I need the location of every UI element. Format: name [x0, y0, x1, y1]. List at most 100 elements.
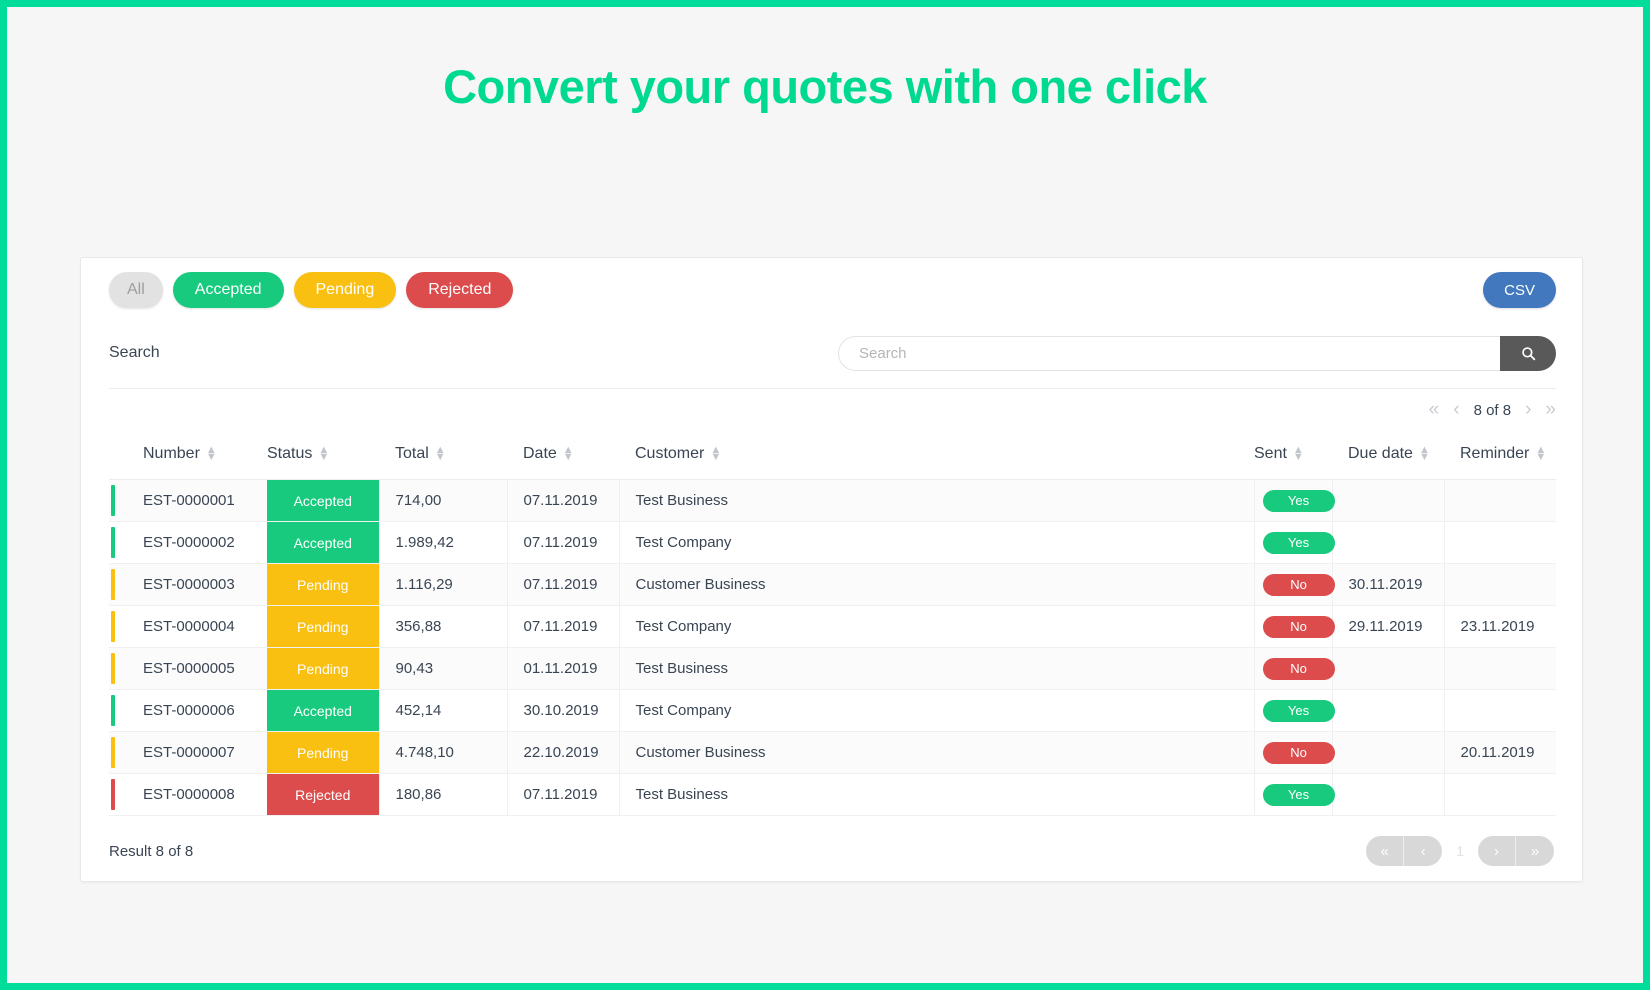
cell-customer: Test Company [619, 605, 1255, 648]
status-badge: Accepted [267, 480, 379, 521]
table-row[interactable]: EST-0000007 Pending 4.748,10 22.10.2019 Cust… [109, 731, 1556, 774]
cell-reminder [1444, 521, 1556, 564]
filter-pending-button[interactable]: Pending [293, 272, 397, 308]
export-csv-button[interactable]: CSV [1483, 272, 1556, 308]
cell-date: 07.11.2019 [507, 563, 620, 606]
status-badge: Pending [267, 606, 379, 647]
row-status-accent [109, 521, 125, 564]
cell-date: 01.11.2019 [507, 647, 620, 690]
cell-number: EST-0000006 [125, 689, 267, 732]
col-customer[interactable]: Customer ▲ ▼ [619, 429, 1254, 480]
filter-accepted-button[interactable]: Accepted [172, 272, 284, 308]
table-head: Number ▲ ▼ Status ▲ ▼ Total ▲ ▼ Date ▲ ▼ Custome [109, 429, 1556, 480]
cell-number: EST-0000002 [125, 521, 267, 564]
cell-due-date [1332, 689, 1445, 732]
search-input[interactable] [838, 335, 1500, 371]
cell-total: 1.116,29 [379, 563, 508, 606]
cell-sent: Yes [1254, 521, 1335, 564]
pager-first-button[interactable]: « [1366, 836, 1405, 866]
cell-reminder [1444, 563, 1556, 606]
col-total[interactable]: Total ▲ ▼ [379, 429, 507, 480]
col-customer-label: Customer [635, 445, 705, 462]
page-title: Convert your quotes with one click [443, 60, 1207, 113]
search-label: Search [109, 344, 160, 361]
sort-icon: ▲ ▼ [318, 444, 330, 463]
filter-rejected-button[interactable]: Rejected [406, 272, 514, 308]
sent-badge: Yes [1262, 783, 1335, 806]
col-sent-label: Sent [1254, 445, 1287, 462]
pager-prev-button[interactable]: ‹ [1404, 836, 1443, 866]
cell-sent: Yes [1254, 773, 1335, 816]
cell-customer: Customer Business [619, 563, 1255, 606]
cell-due-date: 29.11.2019 [1332, 605, 1445, 648]
pager-last-icon[interactable]: » [1545, 399, 1556, 421]
table-row[interactable]: EST-0000005 Pending 90,43 01.11.2019 Test Bu… [109, 647, 1556, 690]
cell-sent: No [1254, 605, 1335, 648]
sent-badge: Yes [1262, 531, 1335, 554]
cell-date: 07.11.2019 [507, 521, 620, 564]
pager-next-icon[interactable]: › [1525, 399, 1531, 421]
pager-prev-icon[interactable]: ‹ [1453, 399, 1459, 421]
status-badge: Pending [267, 564, 379, 605]
quotes-table: Number ▲ ▼ Status ▲ ▼ Total ▲ ▼ Date ▲ ▼ Custome [109, 429, 1556, 816]
pager-next-button[interactable]: › [1478, 836, 1516, 866]
cell-total: 180,86 [379, 773, 508, 816]
table-row[interactable]: EST-0000004 Pending 356,88 07.11.2019 Test C… [109, 605, 1556, 648]
cell-number: EST-0000004 [125, 605, 267, 648]
cell-customer: Customer Business [619, 731, 1255, 774]
page-frame: Convert your quotes with one click All A… [0, 0, 1650, 990]
table-row[interactable]: EST-0000008 Rejected 180,86 07.11.2019 Test … [109, 773, 1556, 816]
cell-date: 07.11.2019 [507, 479, 620, 522]
search-field-group [838, 335, 1556, 371]
search-icon [1521, 346, 1535, 360]
pager-prev-group: « ‹ [1366, 836, 1443, 866]
pager-page-number[interactable]: 1 [1442, 843, 1478, 859]
sort-icon: ▲ ▼ [1418, 444, 1430, 463]
pager-first-icon[interactable]: « [1429, 399, 1440, 421]
col-due-date[interactable]: Due date ▲ ▼ [1332, 429, 1444, 480]
cell-status: Accepted [267, 689, 380, 732]
cell-due-date [1332, 479, 1445, 522]
row-status-accent [109, 731, 125, 774]
pager-next-group: › » [1478, 836, 1554, 866]
col-due-date-label: Due date [1348, 445, 1413, 462]
top-pagination: « ‹ 8 of 8 › » [81, 389, 1582, 429]
cell-customer: Test Company [619, 521, 1255, 564]
cell-reminder [1444, 689, 1556, 732]
cell-total: 1.989,42 [379, 521, 508, 564]
col-sent[interactable]: Sent ▲ ▼ [1254, 429, 1332, 480]
col-date[interactable]: Date ▲ ▼ [507, 429, 619, 480]
cell-number: EST-0000007 [125, 731, 267, 774]
table-row[interactable]: EST-0000001 Accepted 714,00 07.11.2019 Test … [109, 479, 1556, 522]
cell-customer: Test Business [619, 773, 1255, 816]
sort-icon: ▲ ▼ [205, 444, 217, 463]
status-badge: Rejected [267, 774, 379, 815]
col-status-label: Status [267, 445, 313, 462]
sent-badge: No [1262, 615, 1335, 638]
cell-due-date [1332, 731, 1445, 774]
cell-customer: Test Company [619, 689, 1255, 732]
col-number[interactable]: Number ▲ ▼ [125, 429, 267, 480]
cell-due-date [1332, 647, 1445, 690]
cell-date: 30.10.2019 [507, 689, 620, 732]
cell-reminder [1444, 479, 1556, 522]
filter-all-button[interactable]: All [109, 272, 163, 308]
status-badge: Accepted [267, 522, 379, 563]
cell-due-date [1332, 773, 1445, 816]
search-submit-button[interactable] [1500, 335, 1556, 371]
col-accent [109, 429, 125, 480]
col-reminder[interactable]: Reminder ▲ ▼ [1444, 429, 1556, 480]
table-row[interactable]: EST-0000003 Pending 1.116,29 07.11.2019 Cust… [109, 563, 1556, 606]
row-status-accent [109, 479, 125, 522]
quotes-card: All Accepted Pending Rejected CSV Search… [80, 257, 1583, 882]
cell-status: Pending [267, 647, 380, 690]
pager-last-button[interactable]: » [1516, 836, 1554, 866]
col-status[interactable]: Status ▲ ▼ [267, 429, 379, 480]
row-status-accent [109, 773, 125, 816]
table-row[interactable]: EST-0000002 Accepted 1.989,42 07.11.2019 Tes… [109, 521, 1556, 564]
cell-total: 714,00 [379, 479, 508, 522]
cell-reminder [1444, 647, 1556, 690]
table-row[interactable]: EST-0000006 Accepted 452,14 30.10.2019 Test … [109, 689, 1556, 732]
sent-badge: No [1262, 573, 1335, 596]
col-date-label: Date [523, 445, 557, 462]
